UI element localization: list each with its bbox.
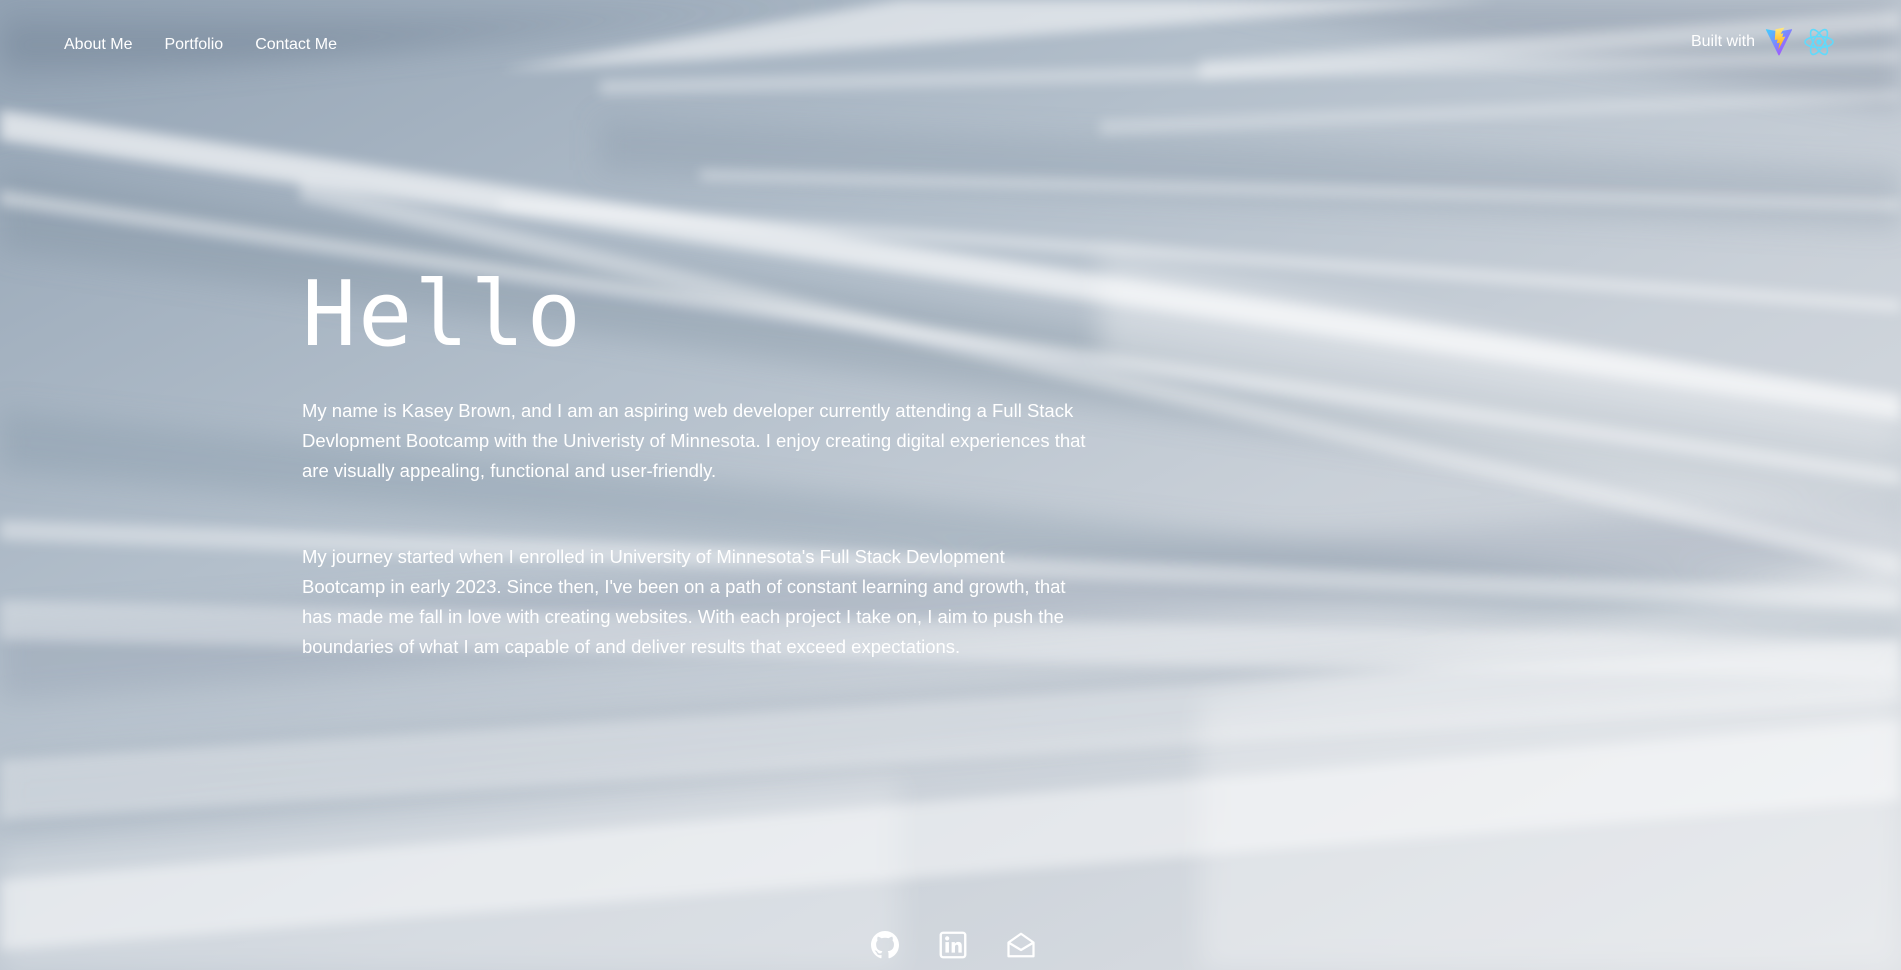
email-icon[interactable] [1006,930,1036,960]
social-links [870,930,1036,960]
intro-paragraph: My name is Kasey Brown, and I am an aspi… [302,400,1086,481]
nav-portfolio[interactable]: Portfolio [164,36,223,54]
built-with-label: Built with [1690,33,1755,50]
vite-icon [1763,26,1795,58]
react-icon [1803,26,1835,58]
hero-title: Hello [302,262,583,367]
built-with: Built with [1691,26,1835,58]
main-nav: About Me Portfolio Contact Me [64,36,337,54]
github-icon[interactable] [870,930,900,960]
linkedin-icon[interactable] [938,930,968,960]
nav-about-me[interactable]: About Me [64,36,132,54]
nav-contact-me[interactable]: Contact Me [255,36,337,54]
hero-section: Hello My name is Kasey Brown, and I am a… [302,260,1092,718]
journey-paragraph: My journey started when I enrolled in Un… [302,546,1066,657]
